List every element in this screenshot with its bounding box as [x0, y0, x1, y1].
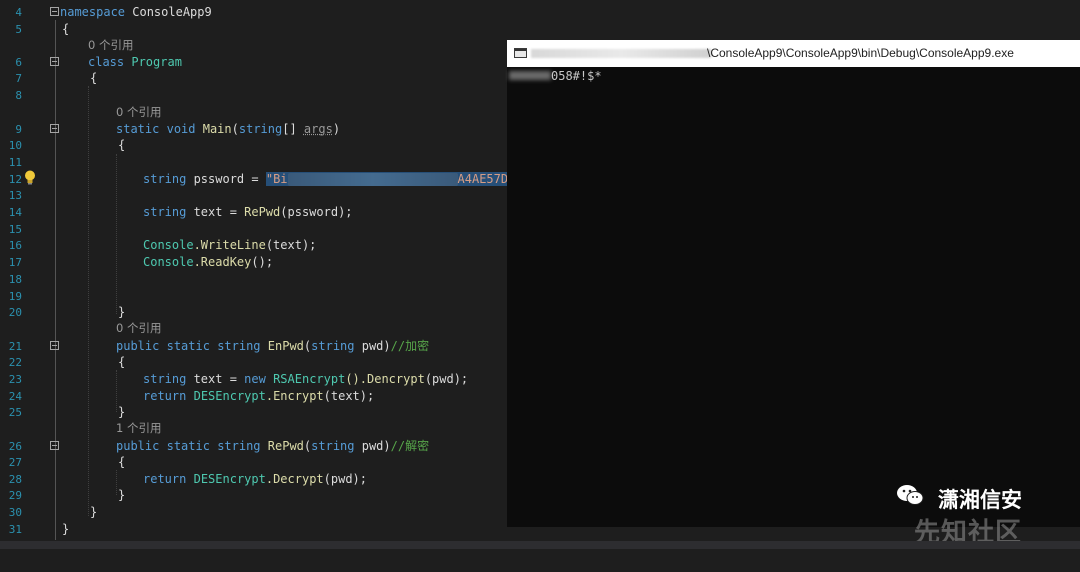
console-output: 058#!$* — [551, 69, 602, 83]
keyword: string — [217, 439, 261, 453]
keyword: static — [166, 339, 210, 353]
args: (text); — [323, 389, 375, 403]
brace: } — [118, 488, 126, 502]
class-ref: DESEncrypt — [193, 472, 266, 486]
args: (); — [251, 255, 274, 269]
comment: //解密 — [390, 439, 430, 453]
keyword: string — [311, 339, 355, 353]
namespace-name: ConsoleApp9 — [125, 5, 212, 19]
keyword: string — [311, 439, 355, 453]
watermark-name: 潇湘信安 — [938, 488, 1022, 512]
args: (text); — [265, 238, 317, 252]
keyword: new — [244, 372, 266, 386]
punct: ) — [332, 122, 341, 136]
class-ref: RSAEncrypt — [273, 372, 346, 386]
keyword: string — [238, 122, 283, 136]
brace: { — [90, 71, 98, 85]
method-name: RePwd — [267, 439, 304, 453]
console-window[interactable]: \ConsoleApp9\ConsoleApp9\bin\Debug\Conso… — [507, 40, 1080, 527]
keyword: public — [116, 439, 160, 453]
keyword: return — [143, 472, 187, 486]
brace: } — [118, 305, 126, 319]
keyword: class — [88, 55, 125, 69]
brace: { — [62, 22, 70, 36]
console-title: \ConsoleApp9\ConsoleApp9\bin\Debug\Conso… — [707, 46, 1014, 60]
string-literal-start: "Bi — [265, 172, 288, 186]
keyword: string — [143, 205, 187, 219]
punct: ( — [231, 122, 239, 136]
brace: } — [62, 522, 70, 536]
console-app-icon — [514, 48, 527, 58]
class-ref: Console — [143, 255, 194, 269]
keyword: namespace — [60, 5, 126, 19]
args: (pwd); — [424, 372, 469, 386]
param: args — [303, 122, 333, 136]
punct: [] — [282, 122, 304, 136]
redacted-region — [287, 173, 458, 186]
method-call: .Decrypt — [265, 472, 324, 486]
keyword: public — [116, 339, 160, 353]
keyword: string — [143, 372, 187, 386]
brace: { — [118, 355, 126, 369]
code-line: { — [0, 21, 1080, 38]
reference-count[interactable]: 0 个引用 — [116, 104, 161, 121]
class-ref: DESEncrypt — [193, 389, 266, 403]
reference-count[interactable]: 0 个引用 — [116, 320, 161, 337]
blurred-path — [531, 49, 711, 58]
args: (pssword); — [280, 205, 353, 219]
keyword: string — [217, 339, 261, 353]
brace: { — [118, 455, 126, 469]
keyword: return — [143, 389, 187, 403]
keyword: string — [143, 172, 187, 186]
method-name: Main — [202, 122, 232, 136]
param: pwd) — [354, 439, 391, 453]
blurred-output — [509, 71, 551, 80]
args: (pwd); — [323, 472, 367, 486]
method-call: ().Dencrypt — [345, 372, 425, 386]
keyword: static — [116, 122, 160, 136]
method-call: RePwd — [244, 205, 281, 219]
watermark: 潇湘信安 先知社区 — [890, 478, 1080, 549]
console-title-bar[interactable]: \ConsoleApp9\ConsoleApp9\bin\Debug\Conso… — [507, 40, 1080, 67]
variable: text = — [186, 372, 245, 386]
reference-count[interactable]: 1 个引用 — [116, 420, 161, 437]
method-call: .WriteLine — [193, 238, 266, 252]
keyword: void — [166, 122, 196, 136]
reference-count[interactable]: 0 个引用 — [88, 37, 133, 54]
code-line: namespace ConsoleApp9 — [0, 4, 1080, 21]
class-ref: Console — [143, 238, 194, 252]
method-call: .ReadKey — [193, 255, 252, 269]
variable: text = — [186, 205, 245, 219]
method-name: EnPwd — [267, 339, 304, 353]
wechat-icon — [897, 485, 924, 505]
variable: pssword = — [186, 172, 266, 186]
method-call: .Encrypt — [265, 389, 324, 403]
brace: } — [118, 405, 126, 419]
brace: { — [118, 138, 126, 152]
bottom-scrollbar[interactable] — [0, 541, 1080, 549]
class-name: Program — [124, 55, 182, 69]
keyword: static — [166, 439, 210, 453]
brace: } — [90, 505, 98, 519]
comment: //加密 — [390, 339, 430, 353]
param: pwd) — [354, 339, 391, 353]
